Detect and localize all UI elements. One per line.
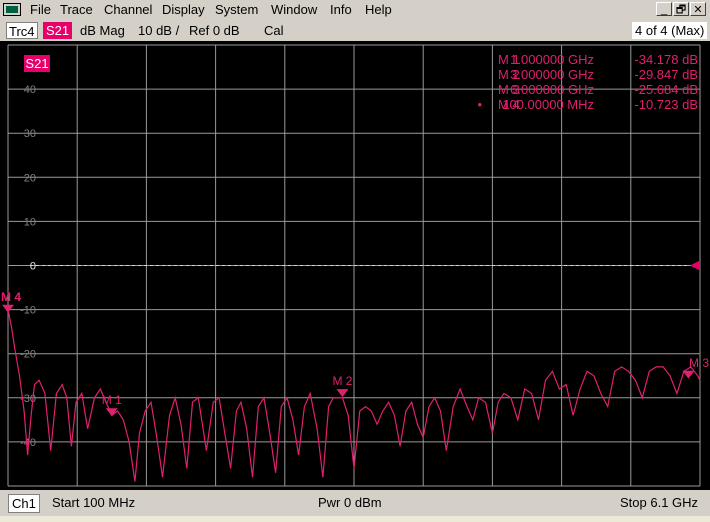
close-button[interactable]: ✕ — [690, 2, 706, 16]
window-indicator: 4 of 4 (Max) — [632, 22, 708, 39]
param-label: S21 — [25, 56, 48, 71]
marker-table-cell: -25.684 dB — [634, 82, 698, 97]
marker-triangle-icon[interactable] — [2, 304, 14, 313]
measurement-parameter[interactable]: S21 — [43, 22, 73, 39]
y-tick-label: 10 — [24, 216, 36, 228]
status-bar: Ch1 Start 100 MHz Pwr 0 dBm Stop 6.1 GHz — [0, 490, 710, 522]
marker-table-cell: 3.000000 GHz — [510, 67, 594, 82]
y-tick-label: 40 — [24, 84, 36, 96]
reference-position-icon[interactable] — [690, 260, 700, 271]
menu-file[interactable]: File — [30, 2, 51, 18]
marker-label: M 2 — [332, 374, 352, 388]
marker-triangle-icon[interactable] — [336, 389, 349, 398]
marker-label: M 3 — [689, 356, 709, 370]
y-tick-label: 30 — [24, 128, 36, 140]
menu-channel[interactable]: Channel — [104, 2, 152, 18]
restore-button[interactable]: 🗗 — [673, 2, 689, 16]
trace-plot[interactable]: 40302010-10-20-30-400 S21 M 11.000000 GH… — [0, 41, 710, 490]
menu-display[interactable]: Display — [162, 2, 205, 18]
trace-info-bar: Trc4 S21 dB Mag 10 dB / Ref 0 dB Cal 4 o… — [0, 20, 710, 41]
marker-table-cell: -29.847 dB — [634, 67, 698, 82]
marker-table-cell: 1.000000 GHz — [510, 52, 594, 67]
marker-triangle-icon[interactable] — [682, 370, 695, 379]
stop-frequency[interactable]: Stop 6.1 GHz — [620, 494, 698, 511]
status-bar-bottom-strip — [0, 516, 710, 522]
trace-format[interactable]: dB Mag — [80, 22, 125, 39]
y-tick-label: -10 — [20, 305, 36, 317]
marker-table-cell: -10.723 dB — [634, 97, 698, 112]
marker-label: M 1 — [102, 393, 122, 407]
menu-trace[interactable]: Trace — [60, 2, 93, 18]
trace-selector[interactable]: Trc4 — [6, 22, 38, 39]
menu-info[interactable]: Info — [330, 2, 352, 18]
marker-table-cell: 100.00000 MHz — [502, 97, 594, 112]
y-tick-label-reference: 0 — [30, 261, 36, 273]
marker-table-cell: -34.178 dB — [634, 52, 698, 67]
minimize-button[interactable]: _ — [656, 2, 672, 16]
marker-table-cell: • — [477, 97, 482, 112]
y-tick-label: -20 — [20, 349, 36, 361]
menu-window[interactable]: Window — [271, 2, 317, 18]
menu-bar: File Trace Channel Display System Window… — [0, 0, 710, 21]
reference-level[interactable]: Ref 0 dB — [189, 22, 240, 39]
menu-system[interactable]: System — [215, 2, 258, 18]
calibration-status[interactable]: Cal — [264, 22, 284, 39]
source-power[interactable]: Pwr 0 dBm — [318, 494, 382, 511]
application-icon — [3, 3, 21, 16]
start-frequency[interactable]: Start 100 MHz — [52, 494, 135, 511]
trace-scale[interactable]: 10 dB / — [138, 22, 179, 39]
menu-help[interactable]: Help — [365, 2, 392, 18]
marker-table-cell: 6.000000 GHz — [510, 82, 594, 97]
marker-label: M 4 — [1, 290, 21, 304]
channel-indicator[interactable]: Ch1 — [8, 494, 40, 513]
y-tick-label: 20 — [24, 172, 36, 184]
marker-readout-table: M 11.000000 GHz -34.178 dBM 23.000000 GHz… — [477, 52, 698, 112]
